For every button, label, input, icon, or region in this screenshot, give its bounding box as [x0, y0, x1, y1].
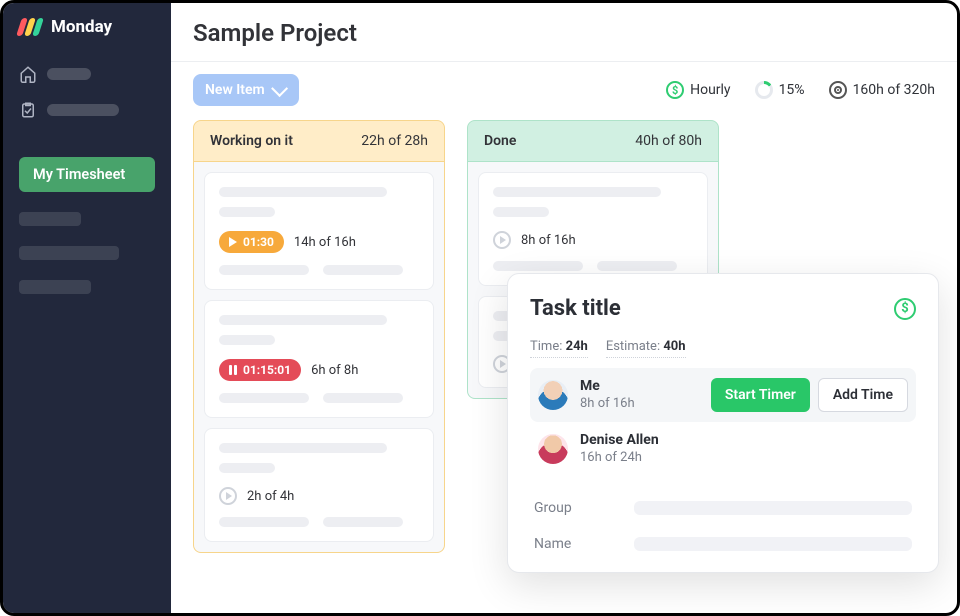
- app-frame: Monday My Timesheet Sample Project New I…: [0, 0, 960, 616]
- project-title: Sample Project: [193, 19, 935, 47]
- task-hours: 2h of 4h: [247, 489, 294, 504]
- assignee-row-me[interactable]: Me 8h of 16h Start Timer Add Time: [530, 368, 916, 422]
- add-time-button[interactable]: Add Time: [818, 378, 908, 412]
- subtitle-placeholder: [493, 207, 549, 217]
- play-idle-icon[interactable]: [219, 487, 237, 505]
- meta-placeholder: [323, 517, 403, 527]
- title-placeholder: [219, 443, 387, 453]
- assignee-row[interactable]: Denise Allen 16h of 24h: [530, 422, 916, 476]
- field-name[interactable]: Name: [530, 526, 916, 562]
- nav-item-placeholder[interactable]: [19, 280, 91, 294]
- task-meta: Time: 24h Estimate: 40h: [530, 339, 916, 358]
- title-placeholder: [219, 187, 387, 197]
- field-group[interactable]: Group: [530, 490, 916, 526]
- assignee-name: Denise Allen: [580, 432, 659, 450]
- field-input-placeholder[interactable]: [634, 537, 912, 551]
- avatar: [538, 434, 568, 464]
- avatar: [538, 380, 568, 410]
- field-label: Group: [534, 500, 614, 516]
- subtitle-placeholder: [219, 207, 275, 217]
- meta-placeholder: [597, 261, 677, 271]
- nav-home[interactable]: [19, 65, 155, 83]
- play-idle-icon[interactable]: [493, 231, 511, 249]
- progress-ring-icon: [755, 81, 773, 99]
- brand-name: Monday: [51, 17, 112, 37]
- brand-logo-icon: [19, 18, 43, 36]
- home-icon: [19, 65, 37, 83]
- nav-tasks[interactable]: [19, 101, 155, 119]
- brand: Monday: [19, 17, 155, 37]
- column-header[interactable]: Done 40h of 80h: [467, 120, 719, 162]
- meta-placeholder: [219, 517, 309, 527]
- assignee-hours: 8h of 16h: [580, 396, 635, 412]
- subtitle-placeholder: [219, 335, 275, 345]
- nav-placeholder: [47, 104, 119, 116]
- task-hours: 14h of 16h: [294, 235, 356, 250]
- nav-item-placeholder[interactable]: [19, 212, 81, 226]
- stat-hourly-label: Hourly: [690, 82, 730, 98]
- task-card[interactable]: 2h of 4h: [204, 428, 434, 542]
- column-header[interactable]: Working on it 22h of 28h: [193, 120, 445, 162]
- nav-item-placeholder[interactable]: [19, 246, 119, 260]
- column-working: Working on it 22h of 28h 01:30 14h of 16…: [193, 120, 445, 553]
- clipboard-check-icon: [19, 101, 37, 119]
- target-icon: [829, 81, 847, 99]
- column-title: Working on it: [210, 133, 293, 149]
- column-summary: 22h of 28h: [361, 133, 428, 149]
- chevron-down-icon: [271, 80, 288, 97]
- task-hours: 8h of 16h: [521, 233, 576, 248]
- my-timesheet-button[interactable]: My Timesheet: [19, 157, 155, 192]
- new-item-button[interactable]: New Item: [193, 74, 299, 106]
- sidebar: Monday My Timesheet: [3, 3, 171, 613]
- task-card[interactable]: 8h of 16h: [478, 172, 708, 286]
- stat-hours-label: 160h of 320h: [853, 82, 935, 98]
- toolbar: New Item $ Hourly 15% 160h of 320h: [171, 62, 957, 120]
- dollar-icon: $: [666, 81, 684, 99]
- stat-hours[interactable]: 160h of 320h: [829, 81, 935, 99]
- field-label: Name: [534, 536, 614, 552]
- task-detail-panel: Task title $ Time: 24h Estimate: 40h Me …: [507, 273, 939, 573]
- meta-placeholder: [323, 265, 403, 275]
- stat-billing[interactable]: $ Hourly: [666, 81, 730, 99]
- assignee-name: Me: [580, 378, 635, 396]
- task-hours: 6h of 8h: [311, 363, 358, 378]
- stat-percent-label: 15%: [779, 82, 805, 98]
- start-timer-button[interactable]: Start Timer: [711, 378, 810, 412]
- field-input-placeholder[interactable]: [634, 501, 912, 515]
- task-card[interactable]: 01:15:01 6h of 8h: [204, 300, 434, 418]
- meta-placeholder: [219, 393, 309, 403]
- dollar-icon[interactable]: $: [894, 298, 916, 320]
- timer-pill-running[interactable]: 01:30: [219, 231, 284, 253]
- task-title[interactable]: Task title: [530, 296, 621, 321]
- title-placeholder: [219, 315, 387, 325]
- nav-placeholder: [47, 68, 91, 80]
- meta-placeholder: [219, 265, 309, 275]
- meta-placeholder: [323, 393, 403, 403]
- column-body: 01:30 14h of 16h 01:15:01: [193, 162, 445, 553]
- stat-progress[interactable]: 15%: [755, 81, 805, 99]
- timer-value: 01:30: [243, 235, 274, 249]
- timer-pill-paused[interactable]: 01:15:01: [219, 359, 301, 381]
- column-title: Done: [484, 133, 516, 149]
- task-estimate[interactable]: Estimate: 40h: [606, 339, 686, 358]
- timer-value: 01:15:01: [243, 363, 291, 377]
- subtitle-placeholder: [219, 463, 275, 473]
- task-card[interactable]: 01:30 14h of 16h: [204, 172, 434, 290]
- task-time[interactable]: Time: 24h: [530, 339, 588, 358]
- meta-placeholder: [493, 261, 583, 271]
- play-icon: [229, 237, 237, 247]
- new-item-label: New Item: [205, 82, 265, 98]
- titlebar: Sample Project: [171, 3, 957, 62]
- assignee-hours: 16h of 24h: [580, 450, 659, 466]
- column-summary: 40h of 80h: [635, 133, 702, 149]
- pause-icon: [229, 365, 237, 375]
- title-placeholder: [493, 187, 661, 197]
